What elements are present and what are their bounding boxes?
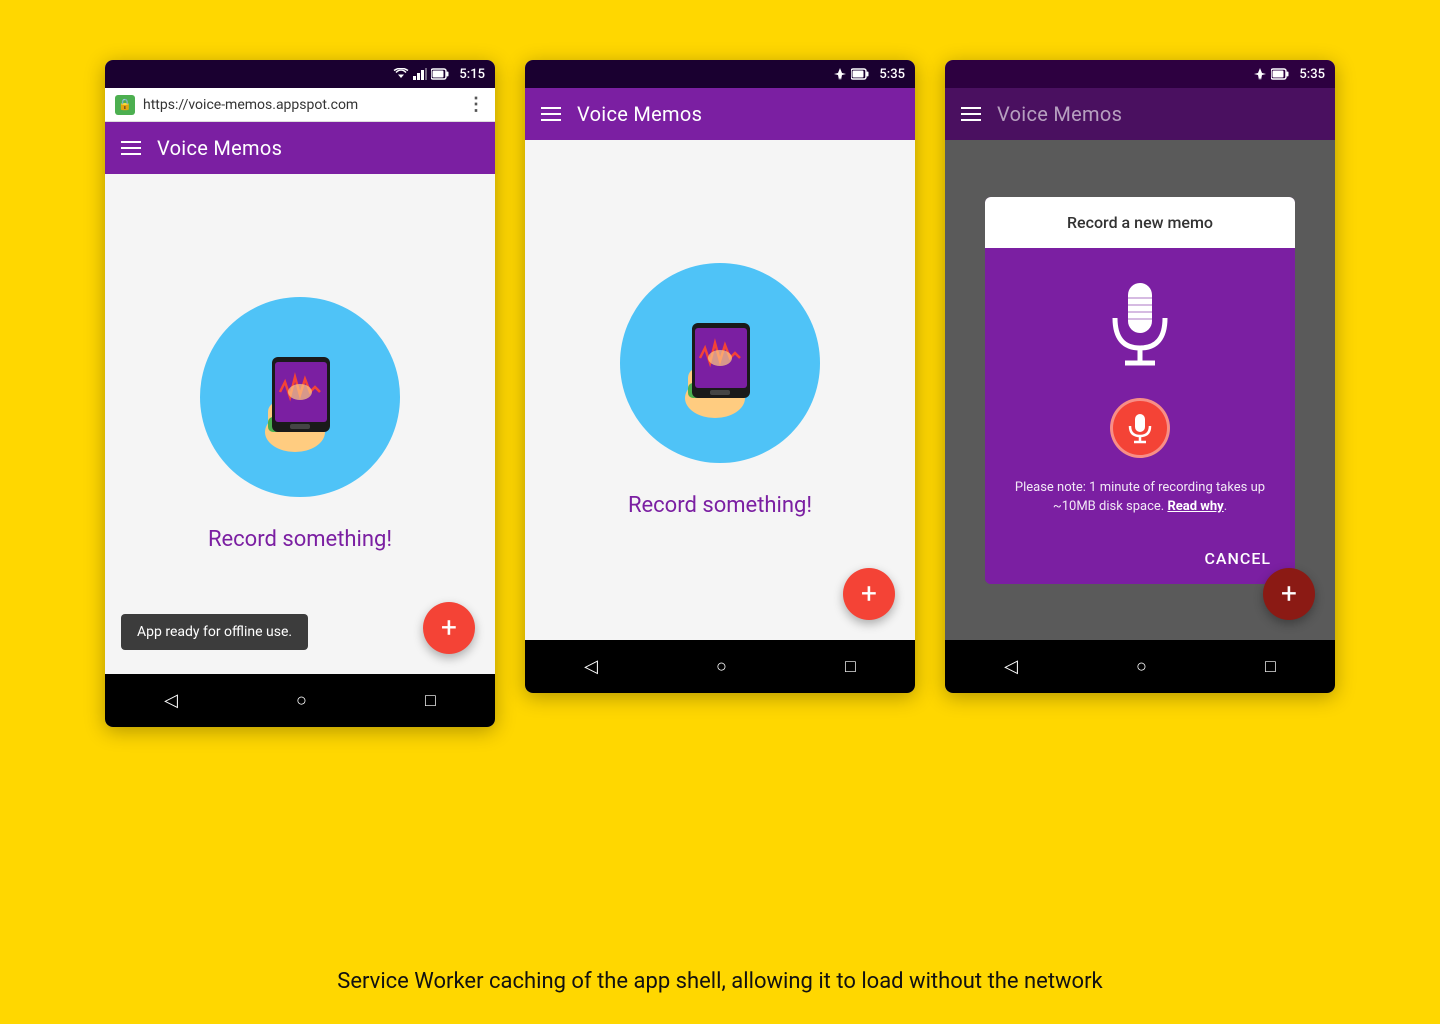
app-bar-1: Voice Memos (105, 122, 495, 174)
snackbar-text-1: App ready for offline use. (137, 624, 292, 640)
circle-illustration-1 (200, 297, 400, 497)
fab-icon-1: + (441, 614, 457, 642)
record-label-1: Record something! (208, 527, 392, 552)
home-button-2[interactable]: ○ (700, 652, 743, 681)
recents-button-2[interactable]: □ (829, 652, 872, 681)
fab-3[interactable]: + (1263, 568, 1315, 620)
phone-body-3: Record a new memo (945, 140, 1335, 640)
cancel-button[interactable]: CANCEL (1196, 545, 1279, 572)
dialog-box: Record a new memo (985, 197, 1295, 584)
dialog-note: Please note: 1 minute of recording takes… (1005, 478, 1275, 517)
phone-body-1: Record something! App ready for offline … (105, 174, 495, 674)
caption: Service Worker caching of the app shell,… (277, 969, 1162, 994)
dialog-actions: CANCEL (985, 537, 1295, 584)
url-text: https://voice-memos.appspot.com (143, 97, 459, 113)
hamburger-menu-2[interactable] (541, 107, 561, 121)
phone-hand-illustration-2 (650, 293, 790, 433)
battery-icon-2 (851, 68, 869, 80)
app-title-1: Voice Memos (157, 136, 282, 160)
dialog-content: Please note: 1 minute of recording takes… (985, 248, 1295, 537)
fab-icon-3: + (1281, 580, 1297, 608)
more-options-icon[interactable]: ⋮ (467, 94, 485, 115)
mic-illustration (1100, 278, 1180, 378)
url-bar-1: 🔒 https://voice-memos.appspot.com ⋮ (105, 88, 495, 122)
battery-icon-3 (1271, 68, 1289, 80)
dialog-title: Record a new memo (985, 197, 1295, 248)
home-button-3[interactable]: ○ (1120, 652, 1163, 681)
status-bar-2: 5:35 (525, 60, 915, 88)
circle-illustration-2 (620, 263, 820, 463)
phones-row: 5:15 🔒 https://voice-memos.appspot.com ⋮… (105, 60, 1335, 969)
battery-icon (431, 68, 449, 80)
status-icons-2: 5:35 (833, 67, 905, 82)
app-title-3: Voice Memos (997, 102, 1122, 126)
nav-bar-2: ◁ ○ □ (525, 640, 915, 693)
airplane-icon-2 (833, 67, 847, 81)
status-bar-1: 5:15 (105, 60, 495, 88)
hamburger-menu-3[interactable] (961, 107, 981, 121)
read-why-link[interactable]: Read why (1167, 499, 1223, 514)
signal-icon (413, 68, 427, 80)
back-button-2[interactable]: ◁ (568, 652, 614, 681)
phone-3: 5:35 Voice Memos Record a new memo (945, 60, 1335, 693)
fab-2[interactable]: + (843, 568, 895, 620)
time-2: 5:35 (879, 67, 905, 82)
phone-2: 5:35 Voice Memos (525, 60, 915, 693)
lock-icon: 🔒 (115, 95, 135, 115)
recents-button-3[interactable]: □ (1249, 652, 1292, 681)
phone-hand-illustration-1 (230, 327, 370, 467)
status-bar-3: 5:35 (945, 60, 1335, 88)
nav-bar-1: ◁ ○ □ (105, 674, 495, 727)
fab-icon-2: + (861, 580, 877, 608)
phone-1: 5:15 🔒 https://voice-memos.appspot.com ⋮… (105, 60, 495, 727)
dialog-overlay: Record a new memo (945, 140, 1335, 640)
record-label-2: Record something! (628, 493, 812, 518)
snackbar-1: App ready for offline use. (121, 614, 308, 650)
phone-body-2: Record something! + (525, 140, 915, 640)
fab-1[interactable]: + (423, 602, 475, 654)
back-button-3[interactable]: ◁ (988, 652, 1034, 681)
nav-bar-3: ◁ ○ □ (945, 640, 1335, 693)
hamburger-menu-1[interactable] (121, 141, 141, 155)
mic-svg (1100, 278, 1180, 378)
app-bar-2: Voice Memos (525, 88, 915, 140)
app-bar-3: Voice Memos (945, 88, 1335, 140)
mic-small-icon (1126, 412, 1154, 444)
recents-button-1[interactable]: □ (409, 686, 452, 715)
time-1: 5:15 (459, 67, 485, 82)
wifi-icon (393, 68, 409, 80)
app-title-2: Voice Memos (577, 102, 702, 126)
airplane-icon-3 (1253, 67, 1267, 81)
record-button[interactable] (1110, 398, 1170, 458)
home-button-1[interactable]: ○ (280, 686, 323, 715)
time-3: 5:35 (1299, 67, 1325, 82)
status-icons-1: 5:15 (393, 67, 485, 82)
back-button-1[interactable]: ◁ (148, 686, 194, 715)
status-icons-3: 5:35 (1253, 67, 1325, 82)
